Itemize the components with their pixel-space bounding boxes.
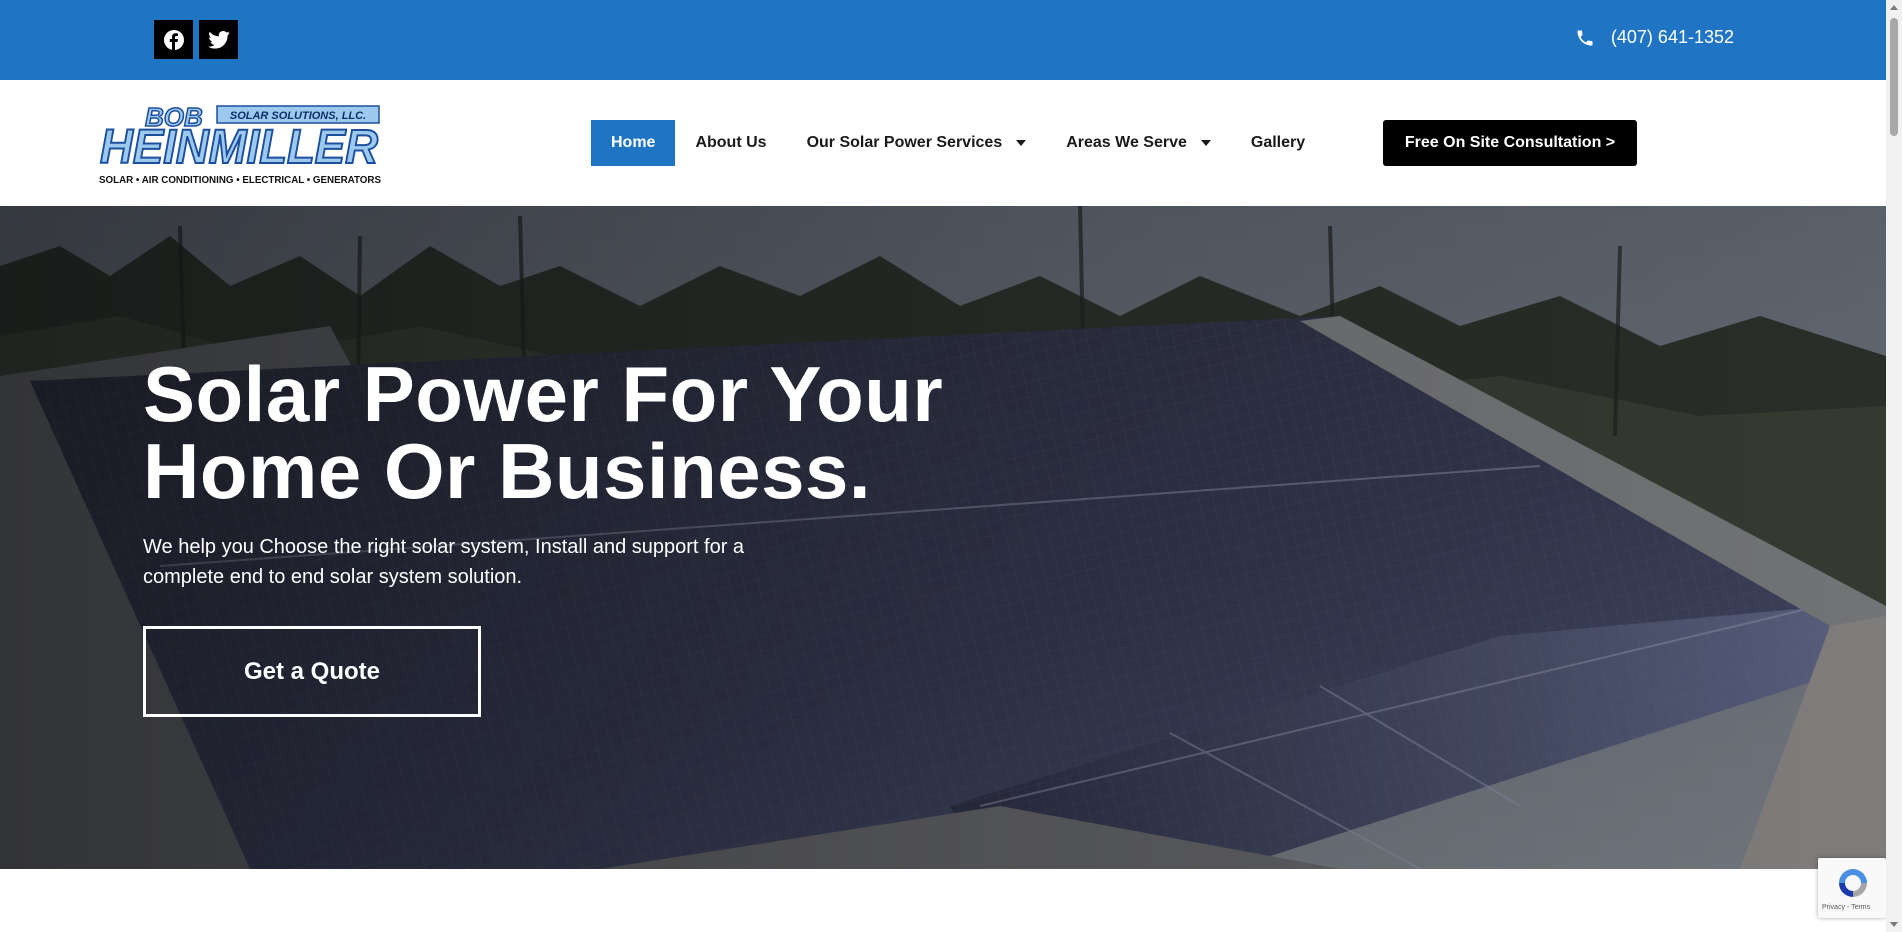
- chevron-down-icon: [1200, 140, 1211, 146]
- phone-number[interactable]: (407) 641-1352: [1611, 27, 1734, 48]
- logo-tagline: SOLAR SOLUTIONS, LLC.: [230, 110, 366, 122]
- nav-item-home[interactable]: Home: [591, 120, 676, 166]
- scroll-up-arrow-icon[interactable]: [1890, 5, 1898, 10]
- hero-subtitle: We help you Choose the right solar syste…: [143, 536, 745, 588]
- twitter-icon: [207, 30, 230, 49]
- free-consultation-button[interactable]: Free On Site Consultation >: [1383, 120, 1637, 166]
- nav-item-solar-services[interactable]: Our Solar Power Services: [787, 120, 1047, 166]
- phone-icon: [1577, 30, 1593, 45]
- hero-title: Solar Power For Your Home Or Business.: [143, 355, 943, 510]
- facebook-icon: [163, 29, 184, 50]
- main-nav: Home About Us Our Solar Power Services A…: [591, 120, 1325, 166]
- nav-about-label: About Us: [695, 134, 767, 151]
- hero-title-line2: Home Or Business.: [143, 427, 872, 515]
- logo-services: SOLAR • AIR CONDITIONING • ELECTRICAL • …: [99, 175, 381, 186]
- facebook-link[interactable]: [154, 20, 193, 59]
- nav-item-areas-we-serve[interactable]: Areas We Serve: [1046, 120, 1231, 166]
- recaptcha-terms-link[interactable]: Terms: [1851, 904, 1870, 911]
- get-a-quote-button[interactable]: Get a Quote: [143, 626, 481, 717]
- nav-services-label: Our Solar Power Services: [806, 134, 1003, 151]
- nav-item-gallery[interactable]: Gallery: [1231, 120, 1325, 166]
- nav-home-label: Home: [611, 134, 656, 151]
- logo-bob: BOB: [145, 102, 203, 132]
- recaptcha-privacy-link[interactable]: Privacy: [1822, 904, 1845, 911]
- logo-wordmark: HEINMILLER: [100, 121, 378, 174]
- scroll-down-arrow-icon[interactable]: [1890, 922, 1898, 927]
- phone-contact[interactable]: (407) 641-1352: [1575, 27, 1734, 48]
- site-header: HEINMILLER BOB SOLAR SOLUTIONS, LLC. SOL…: [0, 80, 1886, 206]
- nav-areas-label: Areas We Serve: [1066, 134, 1187, 151]
- hero-section: Solar Power For Your Home Or Business. W…: [0, 206, 1886, 869]
- recaptcha-links: Privacy - Terms: [1822, 904, 1871, 911]
- scrollbar-thumb[interactable]: [1890, 18, 1898, 136]
- chevron-down-icon: [1016, 140, 1027, 146]
- nav-item-about-us[interactable]: About Us: [675, 120, 786, 166]
- recaptcha-icon: [1839, 869, 1867, 897]
- nav-gallery-label: Gallery: [1250, 134, 1306, 151]
- recaptcha-badge[interactable]: Privacy - Terms: [1818, 858, 1886, 918]
- company-logo[interactable]: HEINMILLER BOB SOLAR SOLUTIONS, LLC. SOL…: [97, 100, 383, 186]
- twitter-link[interactable]: [199, 20, 238, 59]
- page-scrollbar[interactable]: [1886, 0, 1902, 932]
- top-bar: (407) 641-1352: [0, 0, 1886, 80]
- hero-title-line1: Solar Power For Your: [143, 350, 944, 438]
